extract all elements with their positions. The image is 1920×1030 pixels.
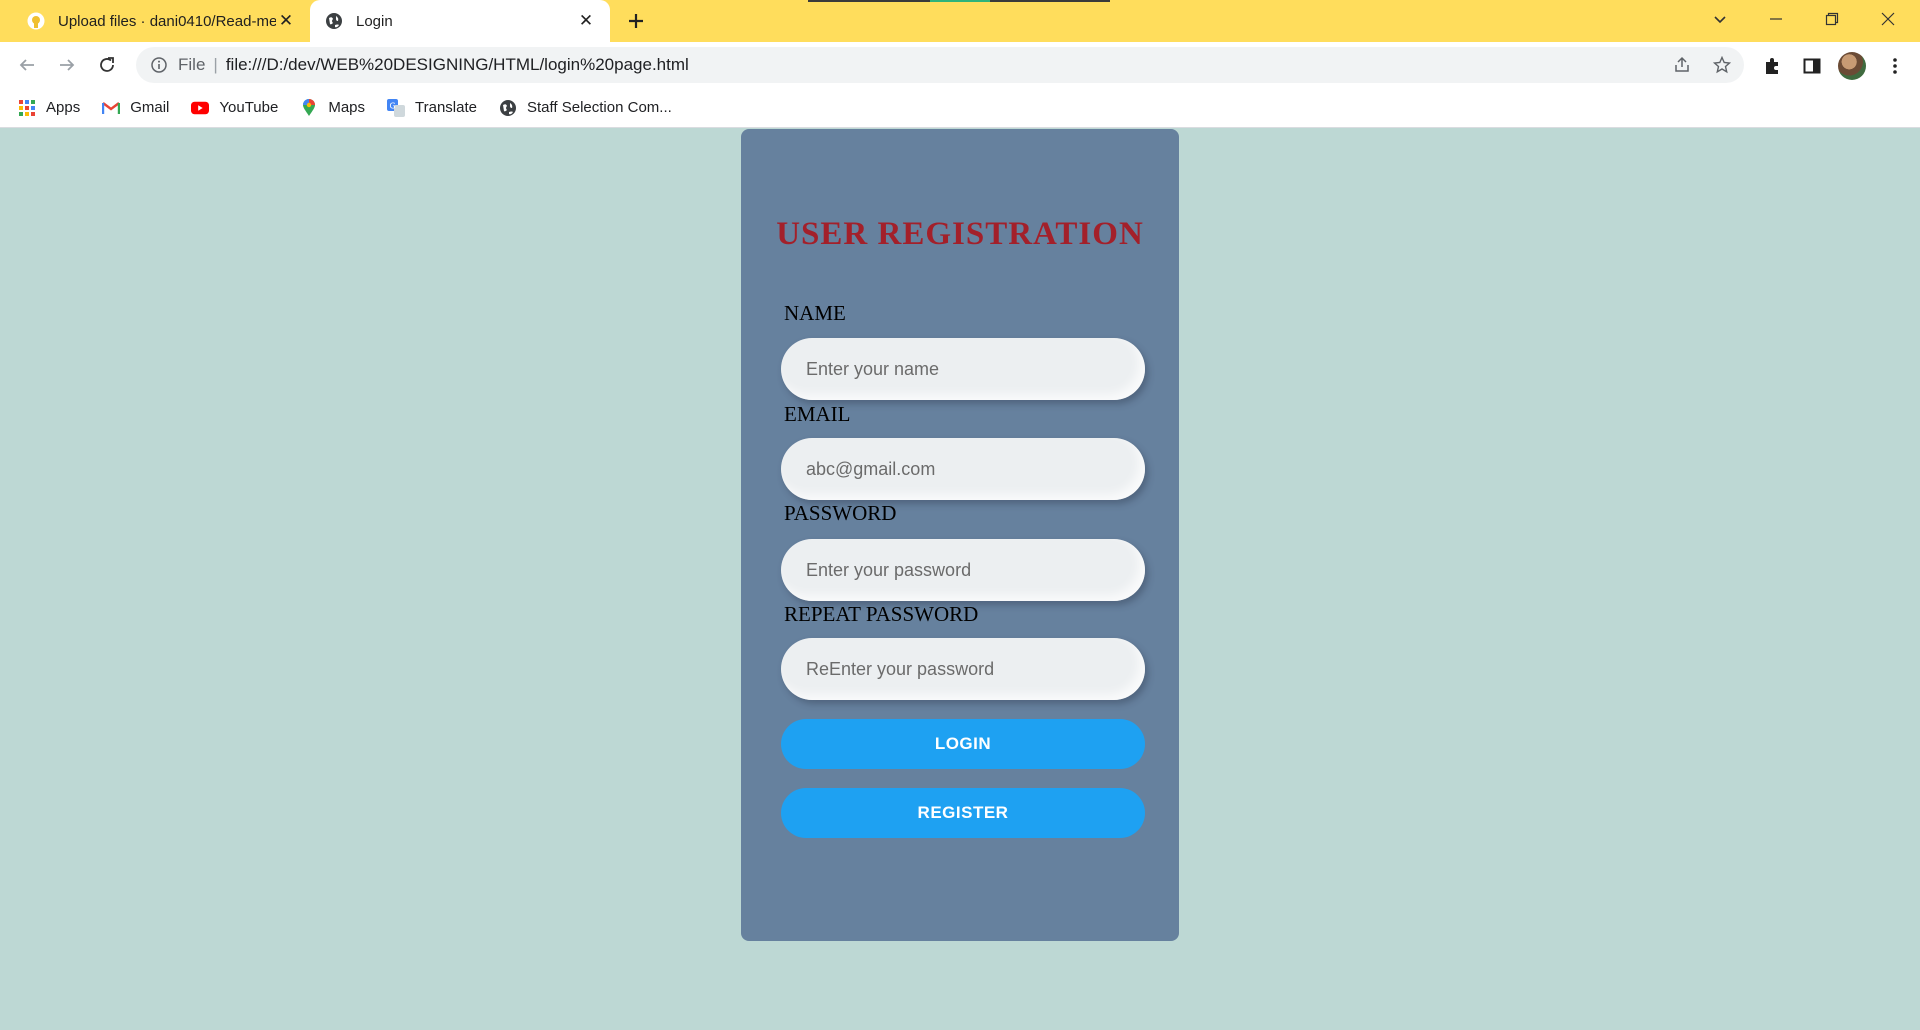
reload-button[interactable] — [92, 50, 122, 80]
bookmark-label: Maps — [328, 99, 366, 116]
bookmark-apps[interactable]: Apps — [18, 99, 80, 117]
minimize-icon — [1770, 18, 1782, 20]
globe-icon — [324, 11, 344, 31]
star-icon — [1713, 56, 1731, 74]
restore-icon — [1825, 12, 1839, 26]
bookmark-label: Apps — [46, 99, 81, 116]
registration-card: USER REGISTRATION NAME EMAIL PASSWORD RE… — [741, 129, 1179, 941]
url-text[interactable]: file:///D:/dev/WEB%20DESIGNING/HTML/logi… — [226, 55, 689, 75]
forward-button[interactable] — [52, 50, 82, 80]
reload-icon — [100, 57, 114, 72]
email-label: EMAIL — [784, 402, 851, 426]
tab-login[interactable]: Login ✕ — [310, 0, 610, 42]
arrow-right-icon — [60, 59, 75, 71]
form-title: USER REGISTRATION — [776, 216, 1144, 252]
share-icon — [1675, 56, 1689, 72]
minimize-button[interactable] — [1750, 0, 1802, 38]
profile-avatar[interactable] — [1838, 52, 1866, 80]
bookmark-label: Translate — [415, 99, 477, 116]
email-field[interactable] — [781, 438, 1145, 500]
close-window-button[interactable] — [1862, 0, 1914, 38]
globe-icon — [499, 99, 517, 117]
scheme-label: File — [178, 55, 206, 74]
extensions-button[interactable] — [1757, 51, 1787, 81]
plus-icon — [629, 14, 643, 28]
tab-title: Login — [356, 12, 393, 30]
bookmarks-bar: Apps Gmail YouTube Maps G Translate Staf… — [0, 88, 1920, 128]
bookmark-youtube[interactable]: YouTube — [191, 99, 278, 117]
browser-toolbar: File | file:///D:/dev/WEB%20DESIGNING/HT… — [0, 42, 1920, 88]
menu-button[interactable] — [1880, 51, 1910, 81]
close-icon[interactable]: ✕ — [576, 11, 596, 31]
tab-title: Upload files · dani0410/Read-me — [58, 12, 276, 30]
puzzle-icon — [1766, 58, 1778, 74]
side-panel-button[interactable] — [1797, 51, 1827, 81]
translate-icon: G — [387, 98, 406, 117]
repeat-password-field[interactable] — [781, 638, 1145, 700]
login-button[interactable]: LOGIN — [781, 719, 1145, 769]
name-field[interactable] — [781, 338, 1145, 400]
bookmark-label: Gmail — [130, 99, 170, 116]
bookmark-maps[interactable]: Maps — [300, 98, 366, 117]
bookmark-label: Staff Selection Com... — [527, 99, 672, 116]
back-button[interactable] — [12, 50, 42, 80]
bookmark-translate[interactable]: G Translate — [387, 98, 477, 117]
close-icon — [1881, 12, 1895, 26]
address-separator: | — [213, 55, 218, 74]
address-bar[interactable]: File | file:///D:/dev/WEB%20DESIGNING/HT… — [136, 47, 1744, 83]
youtube-icon — [191, 99, 210, 117]
side-panel-icon — [1803, 58, 1821, 74]
tab-strip-accent-green — [930, 0, 990, 2]
svg-text:G: G — [390, 101, 396, 110]
more-vertical-icon — [1893, 58, 1897, 74]
info-icon[interactable] — [150, 56, 168, 74]
password-label: PASSWORD — [784, 501, 897, 525]
tab-strip: Upload files · dani0410/Read-me ✕ Login … — [0, 0, 1920, 42]
password-field[interactable] — [781, 539, 1145, 601]
tab-search-button[interactable] — [1694, 0, 1746, 38]
bookmark-gmail[interactable]: Gmail — [102, 99, 169, 117]
restore-button[interactable] — [1806, 0, 1858, 38]
arrow-left-icon — [19, 59, 34, 71]
maps-pin-icon — [300, 98, 318, 117]
bookmark-staff-selection[interactable]: Staff Selection Com... — [499, 99, 672, 117]
chevron-down-icon — [1714, 16, 1726, 24]
gmail-icon — [102, 99, 121, 117]
new-tab-button[interactable] — [622, 8, 650, 34]
share-button[interactable] — [1668, 51, 1696, 79]
close-icon[interactable]: ✕ — [276, 11, 296, 31]
register-button[interactable]: REGISTER — [781, 788, 1145, 838]
name-label: NAME — [784, 301, 846, 325]
bookmark-star-button[interactable] — [1708, 51, 1736, 79]
repeat-password-label: REPEAT PASSWORD — [784, 602, 979, 626]
apps-grid-icon — [18, 99, 36, 117]
bookmark-label: YouTube — [219, 99, 279, 116]
tab-upload-files[interactable]: Upload files · dani0410/Read-me ✕ — [12, 0, 310, 42]
github-icon — [26, 11, 46, 31]
